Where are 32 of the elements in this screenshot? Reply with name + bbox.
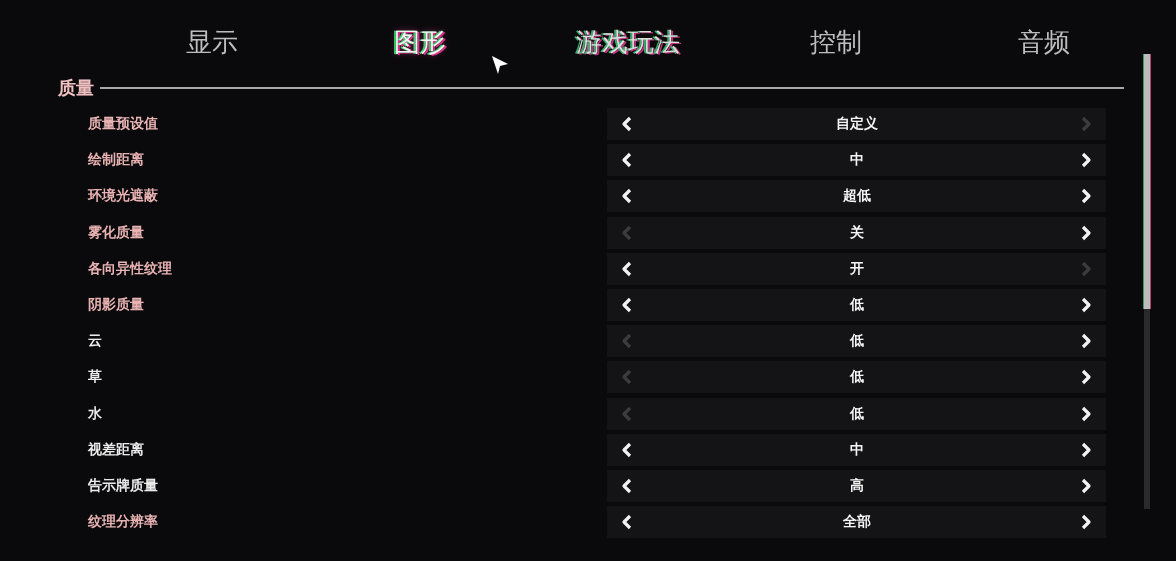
setting-label: 雾化质量 <box>87 223 145 242</box>
option-value: 高 <box>849 476 864 495</box>
setting-label: 云 <box>87 332 103 351</box>
option-value: 自定义 <box>835 115 878 134</box>
setting-label: 告示牌质量 <box>87 476 159 495</box>
section-title: 质量 <box>58 76 94 100</box>
option-value: 关 <box>849 223 864 242</box>
tab[interactable]: 音频 <box>1018 20 1070 64</box>
setting-label: 环境光遮蔽 <box>86 187 159 206</box>
option-value: 低 <box>849 332 864 351</box>
tab[interactable]: 游戏玩法 <box>576 20 680 64</box>
option-value: 低 <box>849 368 864 387</box>
scrollbar[interactable] <box>1144 54 1150 509</box>
tab[interactable]: 显示 <box>186 20 238 64</box>
setting-label: 绘制距离 <box>87 151 145 170</box>
tab[interactable]: 控制 <box>810 20 862 64</box>
option-value: 中 <box>849 151 864 170</box>
option-value: 中 <box>849 440 864 459</box>
setting-label: 阴影质量 <box>87 296 145 315</box>
option-value: 超低 <box>842 187 871 206</box>
setting-label: 草 <box>87 368 103 387</box>
setting-label: 纹理分辨率 <box>87 513 159 532</box>
option-value: 全部 <box>842 513 871 532</box>
tab[interactable]: 图形 <box>394 20 446 64</box>
option-value: 低 <box>849 296 864 315</box>
option-value: 开 <box>849 259 864 278</box>
option-value: 低 <box>849 404 864 423</box>
setting-label: 水 <box>87 404 103 423</box>
setting-label: 质量预设值 <box>87 115 159 134</box>
setting-label: 各向异性纹理 <box>87 259 173 278</box>
setting-label: 视差距离 <box>87 440 145 459</box>
cursor-icon <box>490 54 510 76</box>
